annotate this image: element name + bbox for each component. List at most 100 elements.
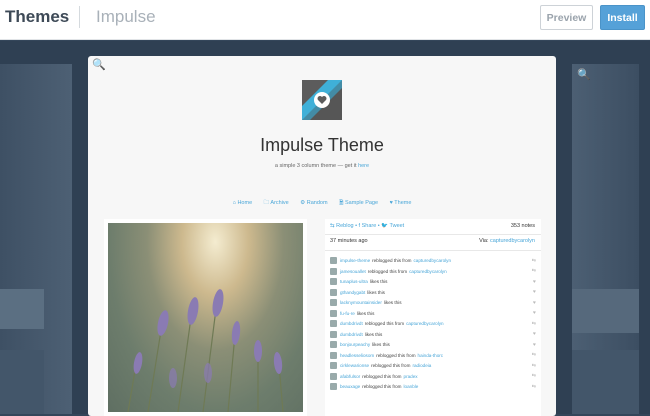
note-user-link[interactable]: lacknymountainsider (340, 300, 382, 305)
avatar[interactable] (330, 299, 337, 306)
avatar[interactable] (330, 362, 337, 369)
note-source-link[interactable]: hainda-thorc (418, 353, 444, 358)
like-icon: ♥ (533, 341, 536, 348)
note-row: bonjourpeachy likes this ♥ (330, 340, 536, 349)
next-theme-preview[interactable]: 🔍 (572, 64, 639, 414)
reblog-icon: ⇆ (531, 352, 536, 358)
note-row: jamesouallet reblogged this from capturedb… (330, 267, 536, 276)
via-label: Via: (479, 238, 489, 244)
side-thumb (0, 350, 44, 414)
note-user-link[interactable]: cirklewarionse (340, 363, 369, 368)
note-text: reblogged this from (371, 363, 411, 368)
note-user-link[interactable]: dumbdrivdt (340, 332, 363, 337)
note-row: beauxage reblogged this from loanble ⇆ (330, 382, 536, 391)
nav-archive[interactable]: 🗀 Archive (264, 200, 289, 206)
note-source-link[interactable]: capturedbycarolyn (413, 258, 451, 263)
top-header: Themes Impulse Preview Install (0, 0, 650, 40)
note-text: likes this (367, 289, 385, 295)
via-user-link[interactable]: capturedbycarolyn (490, 238, 535, 244)
like-icon: ♥ (533, 310, 536, 316)
post-photo (104, 219, 307, 416)
nav-random[interactable]: ⚙ Random (300, 200, 327, 206)
note-text: likes this (369, 279, 388, 284)
preview-title: Impulse Theme (260, 135, 384, 155)
subtitle-text: a simple 3 column theme — get it (274, 163, 359, 169)
note-user-link[interactable]: gthandygabt (340, 290, 365, 295)
note-text: reblogged this from (364, 321, 405, 326)
avatar[interactable] (330, 330, 337, 338)
nav-home[interactable]: ⌂ Home (233, 200, 253, 206)
notes-divider (325, 250, 541, 251)
like-icon: ♥ (533, 289, 536, 295)
note-source-link[interactable]: capturedbycarolyn (406, 321, 444, 326)
reblog-icon: ⇆ (531, 362, 536, 369)
theme-name: Impulse (96, 7, 156, 26)
post-via: Via: capturedbycarolyn (479, 238, 535, 244)
note-row: tunaplus-ultra likes this ♥ (330, 277, 536, 286)
note-text: likes this (372, 342, 390, 347)
notes-divider (325, 234, 541, 235)
note-text: likes this (383, 300, 402, 305)
prev-theme-preview[interactable] (0, 64, 72, 414)
note-user-link[interactable]: bonjourpeachy (340, 342, 370, 347)
like-icon: ♥ (533, 299, 536, 306)
install-button[interactable]: Install (600, 5, 645, 30)
note-text: reblogged this from (376, 352, 416, 358)
search-icon[interactable]: 🔍 (92, 58, 106, 71)
note-user-link[interactable]: jamesouallet (340, 269, 366, 274)
avatar[interactable] (330, 267, 337, 275)
note-user-link[interactable]: fu-fu-re (340, 311, 355, 316)
avatar[interactable] (330, 372, 337, 380)
preview-button[interactable]: Preview (540, 5, 593, 30)
note-row: afabfulsor reblogged this from pradex ⇆ (330, 372, 536, 381)
nav-sample-page[interactable]: 🗎 Sample Page (339, 200, 378, 206)
header-divider (79, 6, 80, 28)
avatar[interactable] (330, 257, 337, 264)
post-actions[interactable]: ⇆ Reblog • f Share • 🐦 Tweet (330, 223, 404, 229)
note-text: reblogged this from (372, 258, 412, 263)
note-row: cirklewarionse reblogged this from radiode… (330, 361, 536, 370)
preview-stage: 🔍 🔍 Impulse Theme a simple 3 column them… (0, 41, 650, 416)
note-text: reblogged this from (362, 384, 402, 389)
reblog-icon: ⇆ (531, 257, 536, 264)
note-source-link[interactable]: pradex (404, 374, 418, 379)
nav-theme[interactable]: ♥ Theme (390, 200, 412, 206)
like-icon: ♥ (533, 278, 536, 285)
avatar[interactable] (330, 351, 337, 359)
note-user-link[interactable]: tunaplus-ultra (340, 279, 368, 284)
subtitle-link[interactable]: here (358, 163, 369, 169)
avatar[interactable] (330, 320, 337, 327)
note-row: headlesseliosom reblogged this from hainda… (330, 351, 536, 360)
avatar[interactable] (330, 309, 337, 317)
notes-panel: ⇆ Reblog • f Share • 🐦 Tweet 353 notes 3… (325, 219, 541, 416)
note-user-link[interactable]: dumbdrivdt (340, 321, 363, 326)
preview-nav: ⌂ Home 🗀 Archive ⚙ Random 🗎 Sample Page … (88, 199, 556, 208)
note-row: gthandygabt likes this ♥ (330, 288, 536, 297)
avatar[interactable] (330, 278, 337, 285)
note-user-link[interactable]: beauxage (340, 384, 360, 389)
note-source-link[interactable]: capturedbycarolyn (409, 269, 447, 274)
notes-count: 353 notes (510, 223, 535, 229)
note-user-link[interactable]: afabfulsor (340, 374, 360, 379)
preview-subtitle: a simple 3 column theme — get it here (88, 163, 556, 169)
note-row: dumbdrivdt likes this ♥ (330, 330, 536, 339)
note-user-link[interactable]: impulse-theme (340, 258, 370, 263)
avatar[interactable] (330, 341, 337, 348)
side-thumb (572, 350, 639, 414)
note-row: dumbdrivdt reblogged this from capturedbyc… (330, 319, 536, 328)
note-text: reblogged this from (367, 268, 408, 274)
side-thumb (572, 289, 639, 333)
note-text: reblogged this from (362, 373, 402, 379)
reblog-icon: ⇆ (531, 268, 536, 274)
avatar[interactable] (330, 288, 337, 296)
note-row: lacknymountainsider likes this ♥ (330, 298, 536, 307)
note-text: likes this (356, 310, 375, 316)
note-row: impulse-theme reblogged this from captured… (330, 256, 536, 265)
lavender-photo (108, 223, 303, 412)
note-text: likes this (364, 331, 383, 337)
note-user-link[interactable]: headlesseliosom (340, 353, 374, 358)
note-source-link[interactable]: radiodeia (412, 363, 431, 368)
avatar[interactable] (330, 383, 337, 390)
reblog-icon: ⇆ (531, 373, 536, 379)
note-source-link[interactable]: loanble (404, 384, 419, 389)
